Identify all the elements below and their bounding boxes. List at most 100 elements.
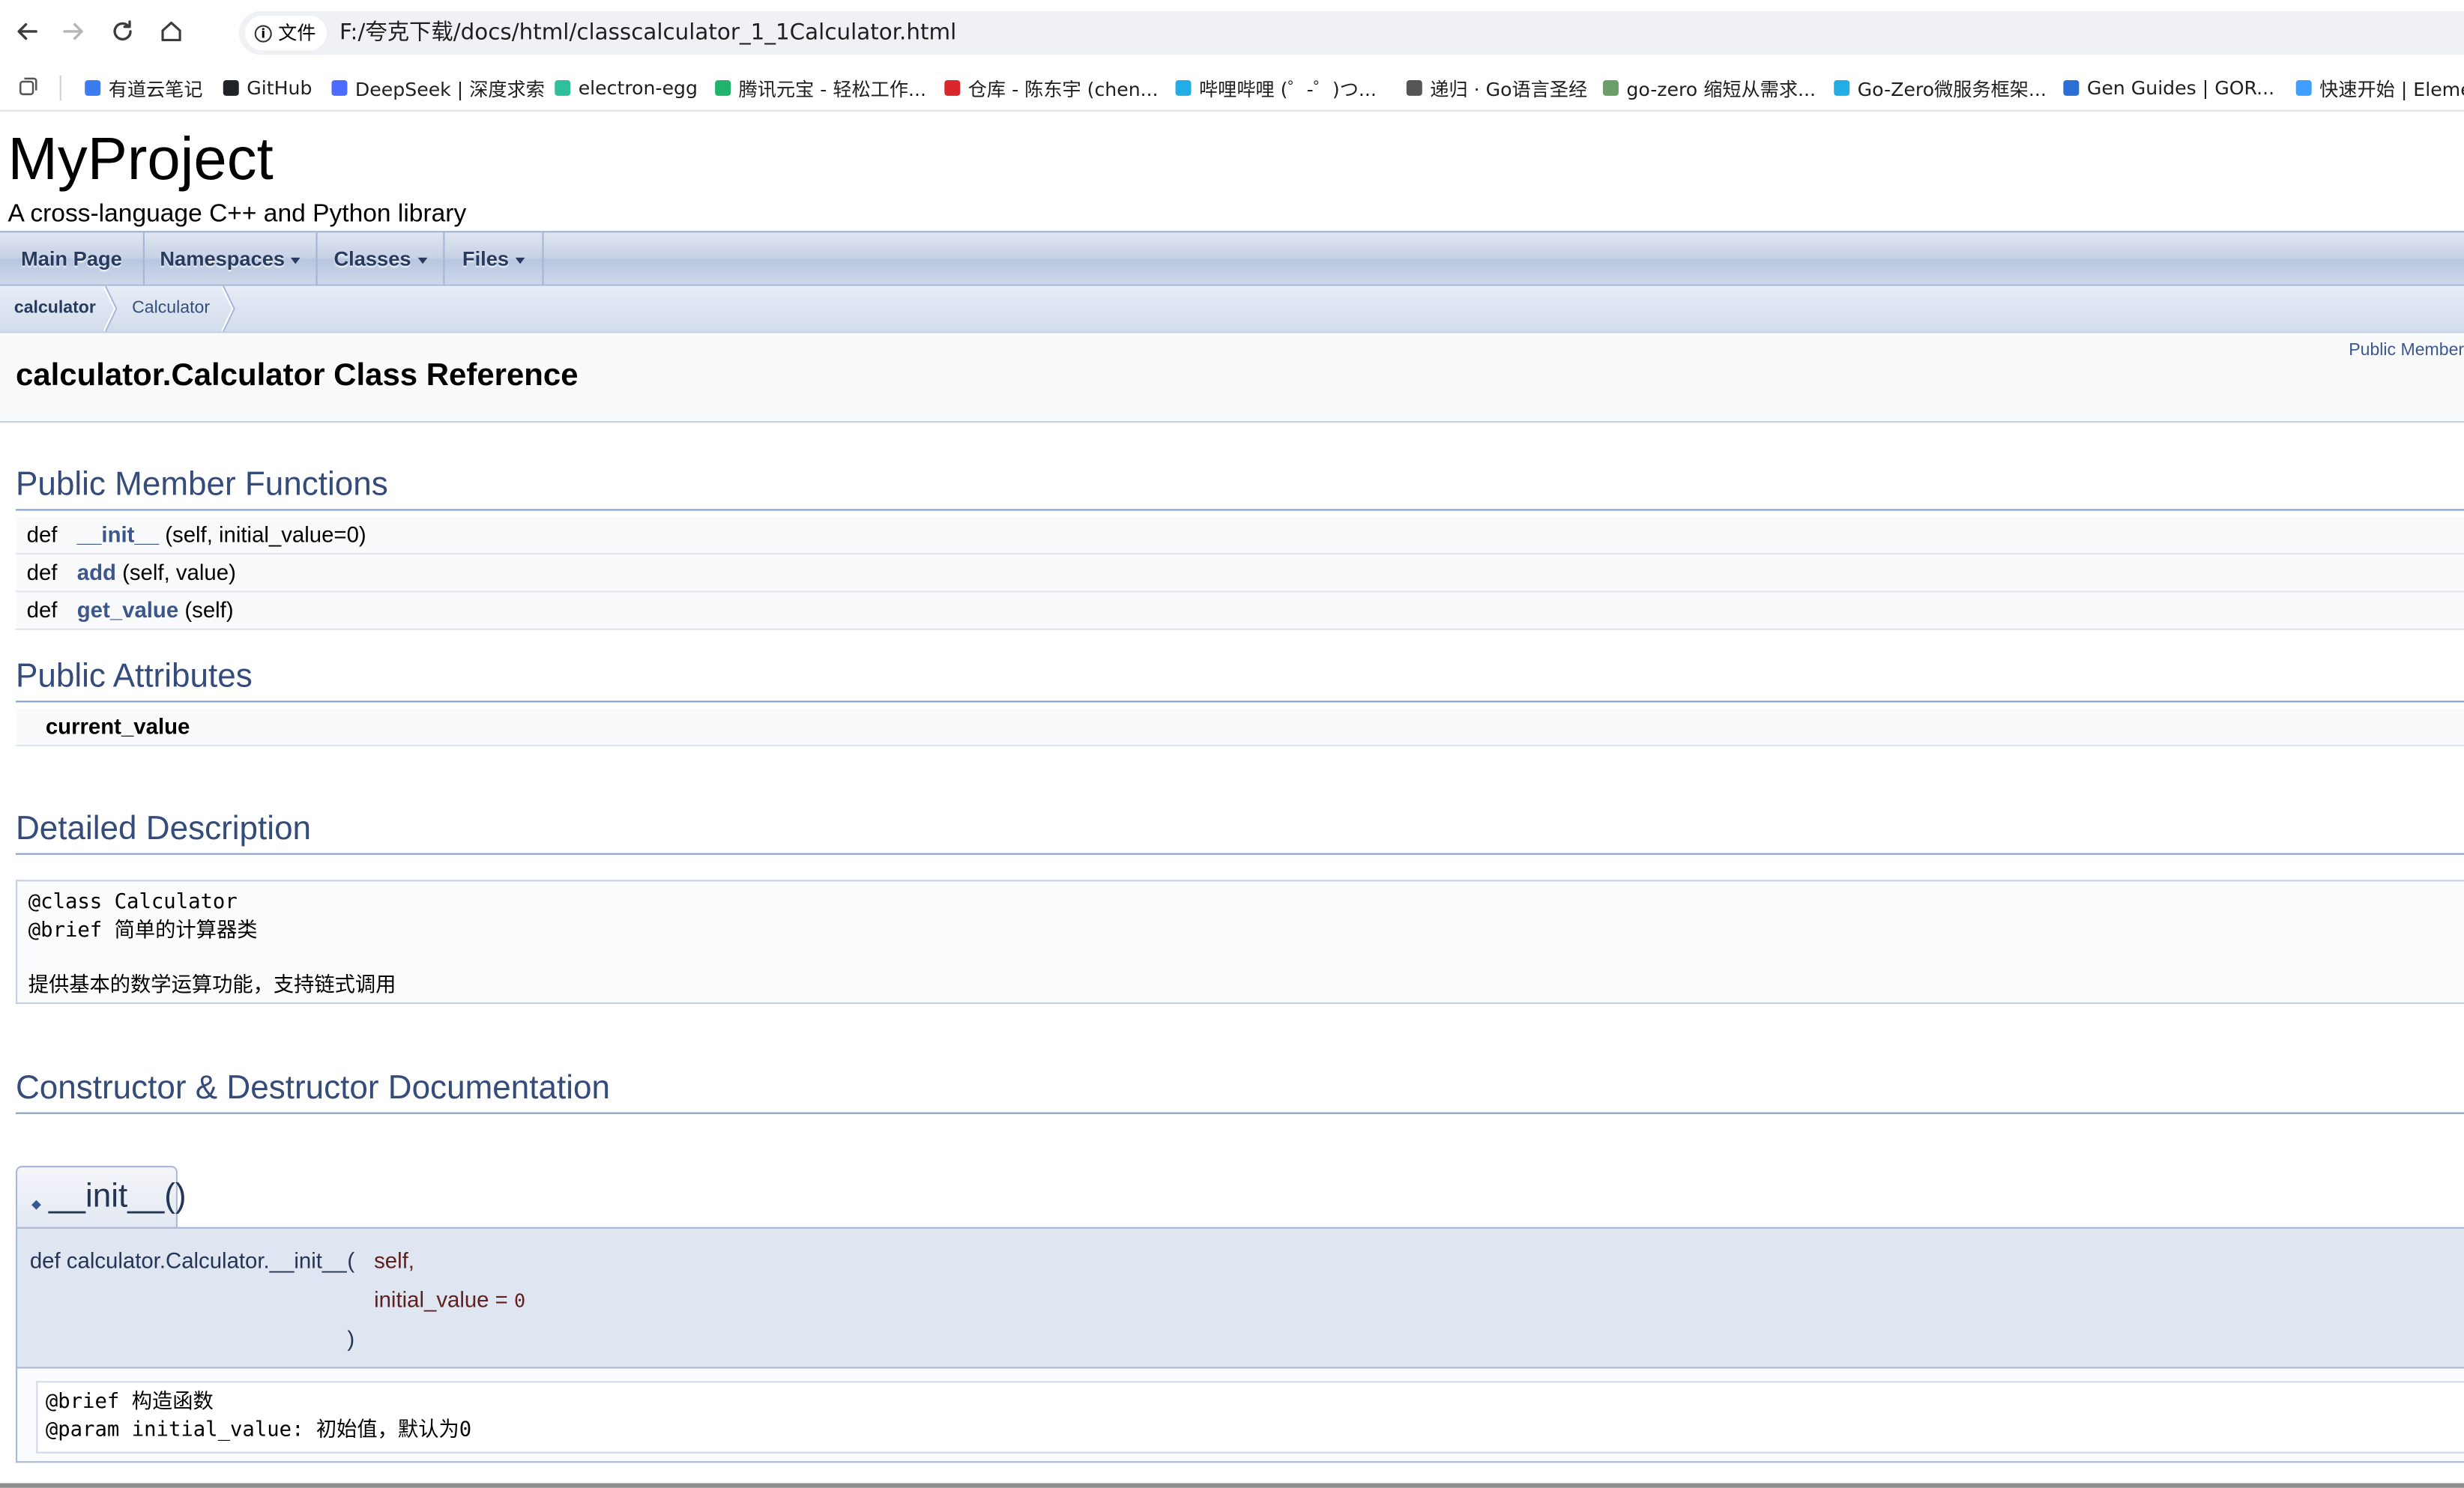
bookmark-favicon-icon <box>2295 79 2312 96</box>
project-name: MyProject <box>7 127 274 193</box>
public-attributes-heading: Public Attributes <box>15 653 2464 703</box>
member-link-init[interactable]: __init__ <box>77 521 159 547</box>
nav-label: Classes <box>333 247 411 270</box>
bookmark-item[interactable]: 仓库 - 陈东宇 (chen... <box>944 66 1159 110</box>
bookmark-label: electron-egg <box>578 76 698 100</box>
breadcrumb: calculator Calculator <box>0 285 2464 333</box>
bookmark-item[interactable]: go-zero 缩短从需求... <box>1602 66 1817 110</box>
member-args: (self, value) <box>115 559 236 585</box>
bookmark-favicon-icon <box>715 79 731 96</box>
bookmark-label: GitHub <box>247 76 312 100</box>
param-initial-value: initial_value = 0 <box>374 1286 525 1312</box>
bookmark-label: 有道云笔记 <box>108 77 203 100</box>
bookmark-favicon-icon <box>1602 79 1619 96</box>
member-doc-text: @brief 构造函数 @param initial_value: 初始值，默认… <box>36 1381 2464 1454</box>
title-area: MyProject A cross-language C++ and Pytho… <box>0 111 2464 232</box>
bookmarks-bar: 有道云笔记 GitHub DeepSeek | 深度求索 electron-egg 腾讯… <box>0 66 2464 112</box>
constructor-doc-heading: Constructor & Destructor Documentation <box>15 1065 2464 1114</box>
bookmark-item[interactable]: GitHub <box>223 66 312 110</box>
bookmark-favicon-icon <box>944 79 961 96</box>
bookmark-favicon-icon <box>1175 79 1192 96</box>
param-default: 0 <box>513 1289 526 1312</box>
nav-namespaces[interactable]: Namespaces <box>145 232 318 286</box>
back-icon[interactable] <box>10 14 44 49</box>
bookmark-favicon-icon <box>2063 79 2080 96</box>
bookmark-label: 快速开始 | Elemen <box>2319 77 2464 100</box>
member-link-get-value[interactable]: get_value <box>77 597 178 623</box>
site-info-label: 文件 <box>278 22 316 44</box>
forward-icon[interactable] <box>56 14 91 49</box>
nav-label: Namespaces <box>160 247 286 270</box>
attribute-row: current_value <box>15 708 2464 747</box>
member-doc: @brief 构造函数 @param initial_value: 初始值，默认… <box>15 1368 2464 1463</box>
nav-main-page[interactable]: Main Page <box>0 232 145 286</box>
member-prototype: def calculator.Calculator.__init__ ( sel… <box>15 1227 2464 1369</box>
project-brief: A cross-language C++ and Python library <box>7 201 467 229</box>
bookmark-item[interactable]: DeepSeek | 深度求索 <box>331 66 545 110</box>
breadcrumb-item-calculator[interactable]: calculator <box>14 286 96 332</box>
member-keyword: def <box>26 521 58 547</box>
bookmark-separator <box>59 75 61 101</box>
nav-label: Main Page <box>20 247 122 270</box>
open-paren: ( <box>347 1247 355 1273</box>
bookmark-item[interactable]: Gen Guides | GOR... <box>2063 66 2274 110</box>
caret-down-icon <box>515 256 525 264</box>
member-title-tab: ◆ __init__() <box>15 1165 187 1229</box>
browser-window: i 文件 F:/夸克下载/docs/html/classcalculator_1… <box>0 0 2464 1488</box>
bookmark-label: Gen Guides | GOR... <box>2086 76 2275 100</box>
bookmark-item[interactable]: 腾讯元宝 - 轻松工作... <box>715 66 926 110</box>
attribute-name: current_value <box>45 713 190 739</box>
bookmark-item[interactable]: 哔哩哔哩 (゜-゜)つ... <box>1175 66 1377 110</box>
address-bar[interactable]: i 文件 F:/夸克下载/docs/html/classcalculator_1… <box>238 10 2464 55</box>
bookmark-favicon-icon <box>555 79 571 96</box>
bookmark-item[interactable]: Go-Zero微服务框架... <box>1834 66 2047 110</box>
close-paren: ) <box>347 1325 355 1352</box>
summary-link-public-member[interactable]: Public Member <box>2349 341 2464 360</box>
bookmark-favicon-icon <box>331 79 348 96</box>
window-bottom-border <box>0 1483 2464 1488</box>
home-icon[interactable] <box>154 14 189 49</box>
nav-classes[interactable]: Classes <box>318 232 445 286</box>
member-function-row: def add (self, value) <box>15 554 2464 593</box>
bookmark-item[interactable]: electron-egg <box>555 66 698 110</box>
function-signature: def calculator.Calculator.__init__ <box>29 1247 347 1273</box>
bookmark-favicon-icon <box>1406 79 1422 96</box>
bookmark-label: DeepSeek | 深度求索 <box>354 77 545 100</box>
site-info-chip[interactable]: i 文件 <box>245 15 327 51</box>
bookmark-label: go-zero 缩短从需求... <box>1626 77 1817 100</box>
info-icon: i <box>254 24 272 42</box>
member-title: __init__() <box>49 1178 187 1215</box>
bookmark-label: Go-Zero微服务框架... <box>1857 77 2047 100</box>
nav-files[interactable]: Files <box>444 232 544 286</box>
page-header: Public Member calculator.Calculator Clas… <box>0 333 2464 423</box>
bookmark-item[interactable]: 有道云笔记 <box>85 66 203 110</box>
anchor-bullet-icon[interactable]: ◆ <box>31 1197 41 1212</box>
detailed-description-heading: Detailed Description <box>15 806 2464 855</box>
param-self: self, <box>374 1247 414 1273</box>
reload-icon[interactable] <box>105 14 139 49</box>
bookmark-label: 递归 · Go语言圣经 <box>1430 77 1588 100</box>
member-function-row: def get_value (self) <box>15 592 2464 630</box>
member-link-add[interactable]: add <box>77 560 116 585</box>
bookmark-item[interactable]: 快速开始 | Elemen <box>2295 66 2464 110</box>
public-member-functions-heading: Public Member Functions <box>15 462 2464 511</box>
breadcrumb-item-calculator-class[interactable]: Calculator <box>132 286 210 332</box>
bookmark-label: 仓库 - 陈东宇 (chen... <box>967 77 1159 100</box>
member-args: (self) <box>178 596 234 623</box>
member-keyword: def <box>26 596 58 623</box>
member-args: (self, initial_value=0) <box>159 521 366 547</box>
bookmark-favicon-icon <box>85 79 101 96</box>
member-function-row: def __init__ (self, initial_value=0) <box>15 516 2464 555</box>
caret-down-icon <box>417 256 427 264</box>
page-title: calculator.Calculator Class Reference <box>15 358 579 393</box>
bookmark-favicon-icon <box>223 79 239 96</box>
tab-groups-icon[interactable] <box>19 77 37 96</box>
bookmark-item[interactable]: 递归 · Go语言圣经 <box>1406 66 1588 110</box>
detailed-description-text: @class Calculator @brief 简单的计算器类 提供基本的数学… <box>15 880 2464 1004</box>
bookmark-label: 腾讯元宝 - 轻松工作... <box>738 77 926 100</box>
browser-toolbar: i 文件 F:/夸克下载/docs/html/classcalculator_1… <box>0 0 2464 67</box>
url-text[interactable]: F:/夸克下载/docs/html/classcalculator_1_1Cal… <box>339 11 956 55</box>
bookmark-favicon-icon <box>1834 79 1850 96</box>
member-keyword: def <box>26 559 58 585</box>
main-nav: Main Page Namespaces Classes Files <box>0 231 2464 286</box>
